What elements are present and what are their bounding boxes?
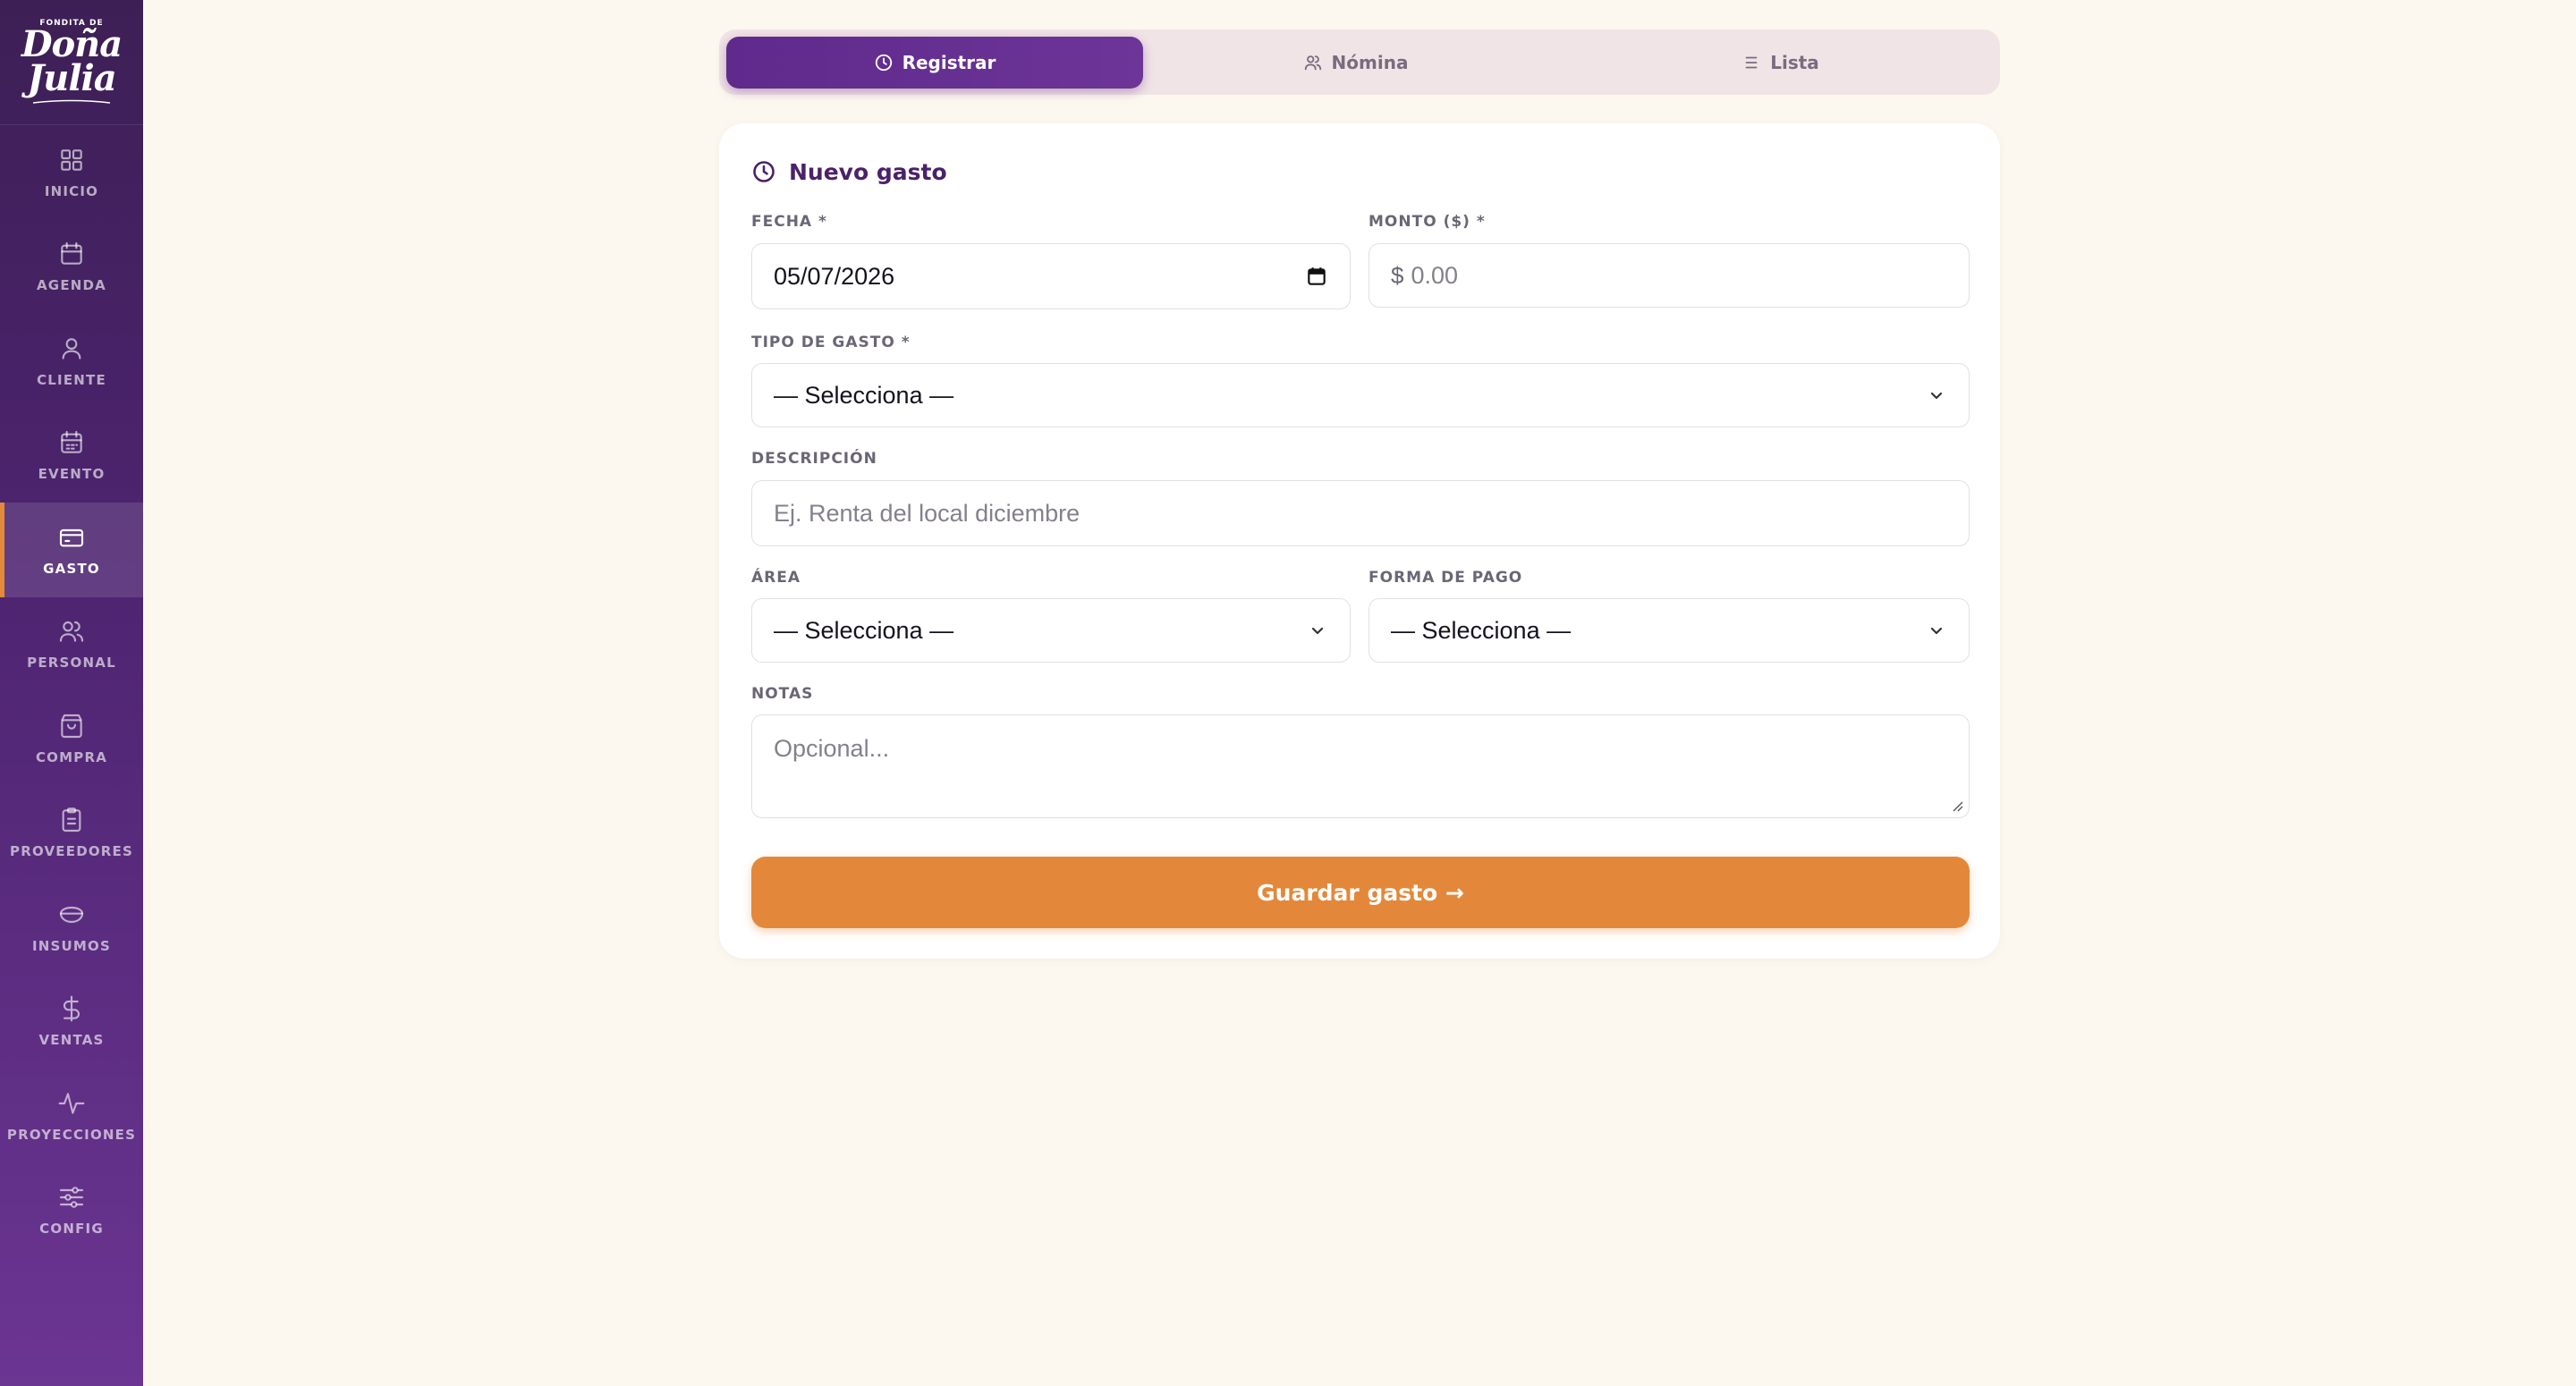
shopping-bag-icon <box>61 714 82 738</box>
sidebar-item-config[interactable]: CONFIG <box>0 1163 143 1258</box>
tab-bar: Registrar Nómina Lista <box>719 30 2000 95</box>
tipo-gasto-label: TIPO DE GASTO * <box>751 334 911 351</box>
expense-form-card: Nuevo gasto FECHA * 05/07/2026 MONTO ($)… <box>719 123 2000 959</box>
descripcion-label: DESCRIPCIÓN <box>751 450 877 468</box>
sidebar-nav: INICIO AGENDA CLIENTE EVENTO GASTO PERSO… <box>0 125 143 1257</box>
sidebar-item-label: PROVEEDORES <box>10 843 133 860</box>
sidebar-item-label: CLIENTE <box>37 371 106 388</box>
brand-logo[interactable]: FONDITA DE Doña Julia <box>0 0 143 125</box>
descripcion-input[interactable] <box>774 499 1947 528</box>
sidebar: FONDITA DE Doña Julia INICIO AGENDA CLIE… <box>0 0 143 1386</box>
tipo-gasto-select[interactable]: — Selecciona — <box>751 363 1970 427</box>
forma-pago-label: FORMA DE PAGO <box>1368 569 1523 587</box>
form-title: Nuevo gasto <box>751 156 947 188</box>
user-icon <box>62 338 81 359</box>
dollar-icon <box>63 995 80 1022</box>
fecha-value: 05/07/2026 <box>774 262 895 290</box>
forma-pago-select[interactable]: — Selecciona — <box>1368 598 1970 663</box>
monto-input[interactable] <box>1411 261 1947 290</box>
sidebar-item-label: COMPRA <box>35 748 108 765</box>
sidebar-item-label: PROYECCIONES <box>6 1126 137 1143</box>
tab-registrar[interactable]: Registrar <box>726 36 1143 89</box>
list-icon <box>1745 56 1758 68</box>
brand-swash-icon <box>32 99 111 104</box>
sidebar-item-inicio[interactable]: INICIO <box>0 125 143 220</box>
sliders-icon <box>59 1187 84 1208</box>
sidebar-item-ventas[interactable]: VENTAS <box>0 975 143 1069</box>
grid-icon <box>61 149 82 171</box>
tab-lista[interactable]: Lista <box>1568 37 1993 89</box>
tab-label: Nómina <box>1331 51 1409 73</box>
sidebar-item-label: INICIO <box>44 182 99 199</box>
calendar-icon <box>61 242 82 265</box>
sidebar-item-proveedores[interactable]: PROVEEDORES <box>0 786 143 881</box>
calendar-event-icon <box>61 431 82 453</box>
area-value: — Selecciona — <box>774 616 954 644</box>
sidebar-item-label: PERSONAL <box>27 655 116 672</box>
sidebar-item-evento[interactable]: EVENTO <box>0 409 143 503</box>
descripcion-field[interactable] <box>751 480 1970 546</box>
sidebar-item-label: CONFIG <box>39 1221 104 1238</box>
sidebar-item-label: GASTO <box>43 560 100 577</box>
activity-icon <box>58 1093 85 1114</box>
chevron-down-icon <box>1930 392 1943 400</box>
tipo-gasto-value: — Selecciona — <box>774 381 954 409</box>
clipboard-icon <box>62 807 81 832</box>
area-label: ÁREA <box>751 569 801 587</box>
clock-icon <box>875 54 892 71</box>
brand-line-2: Julia <box>27 56 116 99</box>
monto-label: MONTO ($) * <box>1368 213 1486 231</box>
notas-label: NOTAS <box>751 685 814 703</box>
currency-prefix: $ <box>1391 261 1404 289</box>
calendar-icon[interactable] <box>1305 265 1328 288</box>
sidebar-item-agenda[interactable]: AGENDA <box>0 220 143 315</box>
fecha-label: FECHA * <box>751 213 827 231</box>
sidebar-item-personal[interactable]: PERSONAL <box>0 597 143 692</box>
users-icon <box>59 621 84 642</box>
sidebar-item-label: AGENDA <box>37 277 106 294</box>
sidebar-item-insumos[interactable]: INSUMOS <box>0 880 143 975</box>
sidebar-item-cliente[interactable]: CLIENTE <box>0 314 143 409</box>
notas-field[interactable] <box>751 714 1970 818</box>
brand-name: Doña Julia <box>21 22 123 99</box>
card-icon <box>59 528 84 547</box>
brand-line-1: Doña <box>21 22 123 65</box>
fecha-field[interactable]: 05/07/2026 <box>751 243 1351 309</box>
chevron-down-icon <box>1311 627 1324 635</box>
forma-pago-value: — Selecciona — <box>1391 616 1572 644</box>
resize-grip-icon[interactable] <box>1951 799 1963 812</box>
area-select[interactable]: — Selecciona — <box>751 598 1351 663</box>
sidebar-item-gasto[interactable]: GASTO <box>0 503 143 597</box>
save-expense-button[interactable]: Guardar gasto → <box>751 857 1970 928</box>
chevron-down-icon <box>1930 627 1943 635</box>
tab-nomina[interactable]: Nómina <box>1143 37 1568 89</box>
sidebar-item-compra[interactable]: COMPRA <box>0 691 143 786</box>
tab-label: Registrar <box>902 51 996 73</box>
sidebar-item-label: INSUMOS <box>32 937 111 954</box>
bowl-icon <box>59 906 84 923</box>
users-icon <box>1304 55 1321 70</box>
clock-icon <box>753 161 775 182</box>
monto-field[interactable]: $ <box>1368 243 1970 308</box>
tab-label: Lista <box>1770 51 1819 73</box>
form-title-text: Nuevo gasto <box>789 158 947 185</box>
notas-textarea[interactable] <box>774 735 1947 798</box>
sidebar-item-label: EVENTO <box>38 466 106 483</box>
sidebar-item-proyecciones[interactable]: PROYECCIONES <box>0 1069 143 1163</box>
sidebar-item-label: VENTAS <box>38 1032 105 1049</box>
